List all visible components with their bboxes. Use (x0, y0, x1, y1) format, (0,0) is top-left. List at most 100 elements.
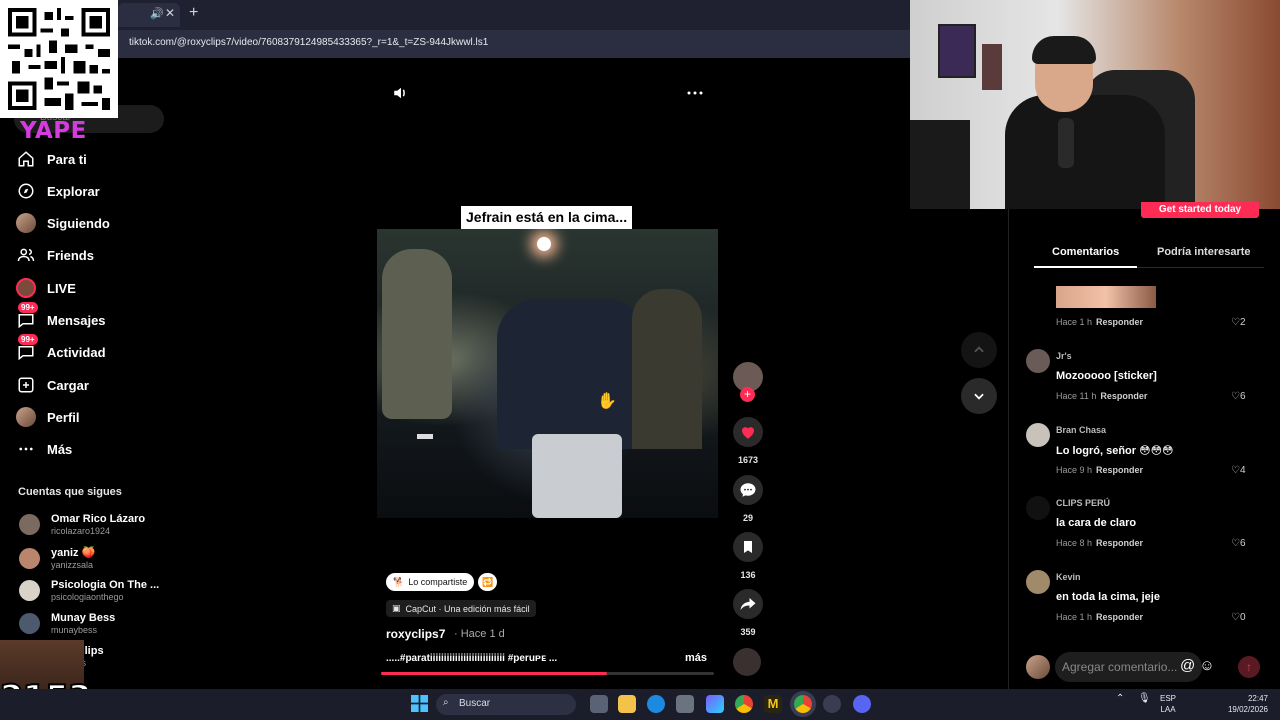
chevron-up-icon (974, 346, 984, 353)
following-account[interactable]: yaniz 🍑 yanizzsala (19, 546, 95, 570)
live-icon (16, 278, 36, 298)
obs-icon[interactable] (823, 695, 841, 713)
repost-icon: 🔁 (482, 576, 494, 587)
microphone-icon[interactable]: 🎙 (1138, 693, 1151, 704)
comment-username[interactable]: Bran Chasa (1056, 425, 1106, 435)
share-count: 359 (740, 627, 756, 637)
comment-like[interactable]: ♡6 (1231, 538, 1246, 549)
language-indicator[interactable]: ESP LAA (1160, 693, 1176, 715)
sidebar-item-perfil[interactable]: Perfil (16, 405, 80, 429)
comment-username[interactable]: Jr's (1056, 351, 1072, 361)
author-name[interactable]: roxyclips7 (386, 627, 445, 641)
reply-button[interactable]: Responder (1096, 538, 1143, 548)
snipping-tool-icon[interactable] (676, 695, 694, 713)
more-description-link[interactable]: más (685, 652, 707, 664)
comment-meta: Hace 1 h Responder (1056, 317, 1144, 327)
repost-button[interactable]: 🔁 (478, 573, 498, 591)
volume-icon[interactable] (392, 84, 410, 107)
copilot-icon[interactable] (706, 695, 724, 713)
get-started-button[interactable]: Get started today (1141, 202, 1259, 218)
sidebar-item-siguiendo[interactable]: Siguiendo (16, 211, 110, 235)
windows-start-icon[interactable] (411, 695, 428, 717)
comment-button[interactable] (733, 475, 763, 505)
tab-podria-interesarte[interactable]: Podría interesarte (1157, 246, 1251, 258)
comment-like[interactable]: ♡4 (1231, 465, 1246, 476)
emoji-icon[interactable]: ☺ (1199, 657, 1214, 674)
sidebar-item-m-s[interactable]: Más (16, 437, 72, 461)
sidebar-item-label: Mensajes (47, 312, 106, 328)
reply-button[interactable]: Responder (1096, 465, 1143, 475)
comment-like[interactable]: ♡0 (1231, 612, 1246, 623)
more-options-icon[interactable] (686, 84, 704, 107)
taskbar-search-label: Buscar (459, 698, 491, 709)
clock[interactable]: 22:47 19/02/2026 (1224, 693, 1268, 715)
reply-button[interactable]: Responder (1096, 317, 1143, 327)
task-view-icon[interactable] (590, 695, 608, 713)
following-handle: yanizzsala (51, 560, 94, 570)
close-icon[interactable]: ✕ (165, 6, 175, 20)
comment-avatar[interactable] (1026, 496, 1050, 520)
reply-button[interactable]: Responder (1096, 612, 1143, 622)
capcut-link[interactable]: ▣ CapCut · Una edición más fácil (386, 600, 536, 617)
video-player[interactable] (377, 229, 718, 518)
comment-sticker-image (1056, 286, 1156, 308)
qr-code (0, 0, 118, 118)
video-progress-bar[interactable] (381, 672, 714, 675)
taskbar-search[interactable] (436, 694, 576, 715)
sidebar-item-explorar[interactable]: Explorar (16, 179, 100, 203)
following-account[interactable]: Psicologia On The ... psicologiaonthego (19, 579, 159, 602)
sidebar-item-friends[interactable]: Friends (16, 243, 94, 267)
tab-comentarios[interactable]: Comentarios (1052, 246, 1119, 258)
comment-username[interactable]: Kevin (1056, 572, 1081, 582)
next-video-button[interactable] (961, 378, 997, 414)
sidebar-item-cargar[interactable]: Cargar (16, 373, 89, 397)
comment-like[interactable]: ♡6 (1231, 391, 1246, 402)
capcut-icon: ▣ (392, 603, 401, 613)
url-text[interactable]: tiktok.com/@roxyclips7/video/76083791249… (129, 37, 488, 48)
comment-avatar[interactable] (1026, 423, 1050, 447)
bookmark-icon (744, 541, 752, 553)
discord-icon[interactable] (853, 695, 871, 713)
like-button[interactable] (733, 417, 763, 447)
comment-avatar[interactable] (1026, 570, 1050, 594)
new-tab-icon[interactable]: + (189, 4, 198, 22)
comment-text: en toda la cima, jeje (1056, 591, 1160, 603)
following-account[interactable]: Omar Rico Lázaro ricolazaro1924 (19, 513, 145, 536)
previous-video-button[interactable] (961, 332, 997, 368)
share-button[interactable] (733, 589, 763, 619)
heart-outline-icon: ♡ (1231, 391, 1240, 402)
app-m-icon[interactable]: M (764, 695, 782, 713)
sidebar-item-live[interactable]: LIVE (16, 276, 76, 300)
tray-chevron-icon[interactable]: ⌃ (1116, 693, 1124, 704)
sidebar-item-mensajes[interactable]: 99+ Mensajes (16, 302, 106, 332)
following-account[interactable]: Munay Bess munaybess (19, 612, 115, 635)
follow-plus-icon[interactable]: + (740, 387, 755, 402)
file-explorer-icon[interactable] (618, 695, 636, 713)
reply-button[interactable]: Responder (1100, 391, 1147, 401)
sidebar-item-label: Perfil (47, 409, 80, 425)
speaker-icon[interactable]: 🔊 (150, 7, 164, 20)
video-progress-fill (381, 672, 608, 675)
compass-icon (16, 181, 36, 201)
shared-pill[interactable]: 🐕 Lo compartiste (386, 573, 475, 591)
mention-icon[interactable]: @ (1180, 657, 1195, 674)
music-disc-icon[interactable] (733, 648, 761, 676)
sidebar-item-para-ti[interactable]: Para ti (16, 147, 87, 171)
chrome-active-icon[interactable] (794, 695, 812, 713)
avatar-icon: 🐕 (393, 576, 405, 587)
comment-like-count: 4 (1239, 465, 1246, 476)
comment-text: la cara de claro (1056, 517, 1137, 529)
chrome-icon[interactable] (735, 695, 753, 713)
messages-icon: 99+ (16, 302, 38, 330)
comment-like[interactable]: ♡2 (1231, 317, 1246, 328)
comment-username[interactable]: CLIPS PERÚ (1056, 498, 1110, 508)
following-title: Cuentas que sigues (18, 486, 122, 498)
activity-icon: 99+ (16, 334, 38, 362)
more-icon (16, 439, 36, 459)
edge-icon[interactable] (647, 695, 665, 713)
save-button[interactable] (733, 532, 763, 562)
send-comment-button[interactable]: ↑ (1238, 656, 1260, 678)
sidebar-item-actividad[interactable]: 99+ Actividad (16, 334, 106, 364)
comment-meta: Hace 11 h Responder (1056, 391, 1147, 401)
comment-avatar[interactable] (1026, 349, 1050, 373)
